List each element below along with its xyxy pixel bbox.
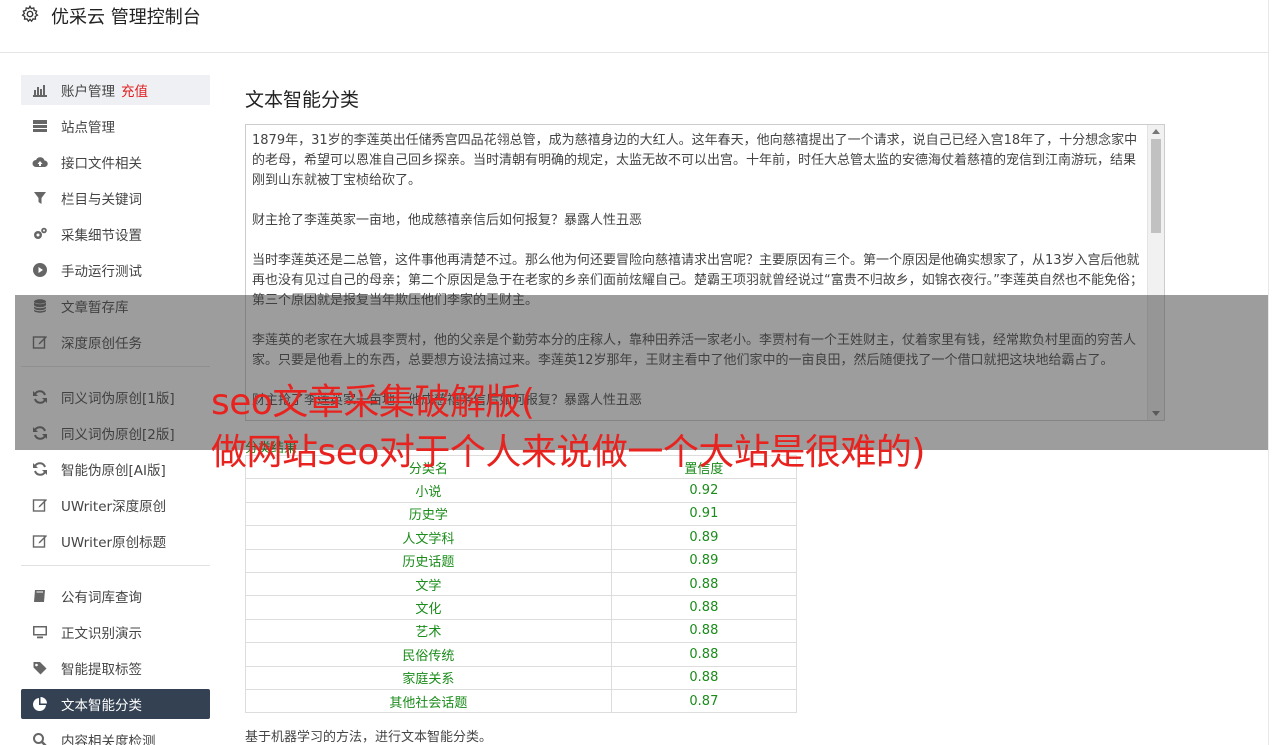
table-row: 文化 0.88 [245,595,798,620]
sidebar-item-label: 手动运行测试 [61,264,142,280]
category-cell: 文化 [245,595,612,620]
category-cell: 人文学科 [245,525,612,550]
cloud-upload-icon [32,157,48,167]
table-row: 艺术 0.88 [245,618,798,644]
sidebar-item-sites[interactable]: 站点管理 [21,111,210,141]
app-title: 优采云 管理控制台 [51,7,201,28]
play-circle-icon [33,263,47,277]
chart-icon [33,733,47,745]
edit-icon [32,499,47,512]
sidebar-item-label: 智能提取标签 [61,662,142,678]
confidence-cell: 0.88 [610,665,798,690]
confidence-cell: 0.88 [610,571,798,597]
table-row: 历史话题 0.89 [245,548,798,573]
book-icon [34,590,45,602]
sidebar-item-account[interactable]: 账户管理 充值 [21,75,210,105]
sidebar-item-label: UWriter原创标题 [61,535,167,551]
pie-chart-icon [33,697,47,711]
sidebar-item-label: 站点管理 [61,120,115,136]
sidebar-item-label: 公有词库查询 [61,590,142,606]
sidebar-item-label: 智能伪原创[AI版] [61,463,166,479]
confidence-cell: 0.92 [610,478,798,503]
classification-table: 分类名 置信度 小说 0.92 历史学 0.91 人文学科 0.89 历史话题 0.89… [245,454,798,714]
sidebar-item-relevance-check[interactable]: 内容相关度检测 [21,725,210,745]
category-cell: 其他社会话题 [245,688,612,714]
confidence-cell: 0.89 [610,525,798,550]
sidebar-divider [21,565,210,566]
text-paragraph: 1879年，31岁的李莲英出任储秀宫四品花翎总管，成为慈禧身边的大红人。这年春天… [252,133,1138,188]
text-paragraph: 财主抢了李莲英家一亩地，他成慈禧亲信后如何报复？暴露人性丑恶 [252,213,643,228]
refresh-icon [33,462,47,476]
sidebar-item-manual-run[interactable]: 手动运行测试 [21,255,210,285]
banner-line-1: seo文章采集破解版( [211,382,535,423]
category-cell: 历史学 [245,501,612,527]
server-icon [33,120,47,132]
scroll-thumb[interactable] [1151,139,1161,233]
sidebar-item-interface-files[interactable]: 接口文件相关 [21,147,210,177]
confidence-cell: 0.88 [610,595,798,620]
page-scrollbar[interactable] [1268,0,1280,745]
sidebar-item-label: 接口文件相关 [61,156,142,172]
table-row: 民俗传统 0.88 [245,642,798,667]
tag-icon [33,662,47,675]
footnote-text: 基于机器学习的方法，进行文本智能分类。 [245,730,493,745]
table-row: 文学 0.88 [245,571,798,597]
sidebar-item-ai-rewrite[interactable]: 智能伪原创[AI版] [21,454,210,484]
filter-icon [34,192,46,204]
category-cell: 艺术 [245,618,612,644]
sidebar-item-text-recognition[interactable]: 正文识别演示 [21,617,210,647]
sidebar-item-label: 内容相关度检测 [61,734,156,745]
table-row: 人文学科 0.89 [245,525,798,550]
banner-line-2: 做网站seo对于个人来说做一个大站是很难的) [211,432,925,473]
cogs-icon [34,227,47,239]
confidence-cell: 0.91 [610,501,798,527]
category-cell: 文学 [245,571,612,597]
sidebar-item-text-classification[interactable]: 文本智能分类 [21,689,210,719]
scroll-up-icon[interactable] [1152,129,1160,134]
edit-icon [32,535,47,548]
headline-banner: seo文章采集破解版( 做网站seo对于个人来说做一个大站是很难的) [211,378,925,478]
sidebar-item-uwriter-deep[interactable]: UWriter深度原创 [21,490,210,520]
sidebar-item-label: UWriter深度原创 [61,499,167,515]
sidebar-item-smart-tags[interactable]: 智能提取标签 [21,653,210,683]
sidebar-item-collection-settings[interactable]: 采集细节设置 [21,219,210,249]
category-cell: 历史话题 [245,548,612,573]
table-row: 其他社会话题 0.87 [245,688,798,714]
category-cell: 民俗传统 [245,642,612,667]
table-row: 小说 0.92 [245,478,798,503]
recharge-link[interactable]: 充值 [121,80,148,100]
sidebar-item-label: 文本智能分类 [61,698,142,714]
sidebar-item-label: 正文识别演示 [61,626,142,642]
category-cell: 小说 [245,478,612,503]
sidebar-item-label: 采集细节设置 [61,228,142,244]
top-bar: 优采云 管理控制台 [0,0,1268,53]
sidebar-item-label: 栏目与关键词 [61,192,142,208]
monitor-icon [33,626,47,639]
confidence-cell: 0.89 [610,548,798,573]
confidence-cell: 0.88 [610,618,798,644]
sidebar-item-columns-keywords[interactable]: 栏目与关键词 [21,183,210,213]
gear-icon [21,5,39,23]
sidebar-item-public-lexicon[interactable]: 公有词库查询 [21,581,210,611]
table-row: 历史学 0.91 [245,501,798,527]
category-cell: 家庭关系 [245,665,612,690]
table-row: 家庭关系 0.88 [245,665,798,690]
bar-chart-icon [33,85,47,97]
page-title: 文本智能分类 [245,89,360,111]
confidence-cell: 0.88 [610,642,798,667]
sidebar-item-uwriter-title[interactable]: UWriter原创标题 [21,526,210,556]
sidebar-item-label: 账户管理 [61,84,115,100]
confidence-cell: 0.87 [610,688,798,714]
